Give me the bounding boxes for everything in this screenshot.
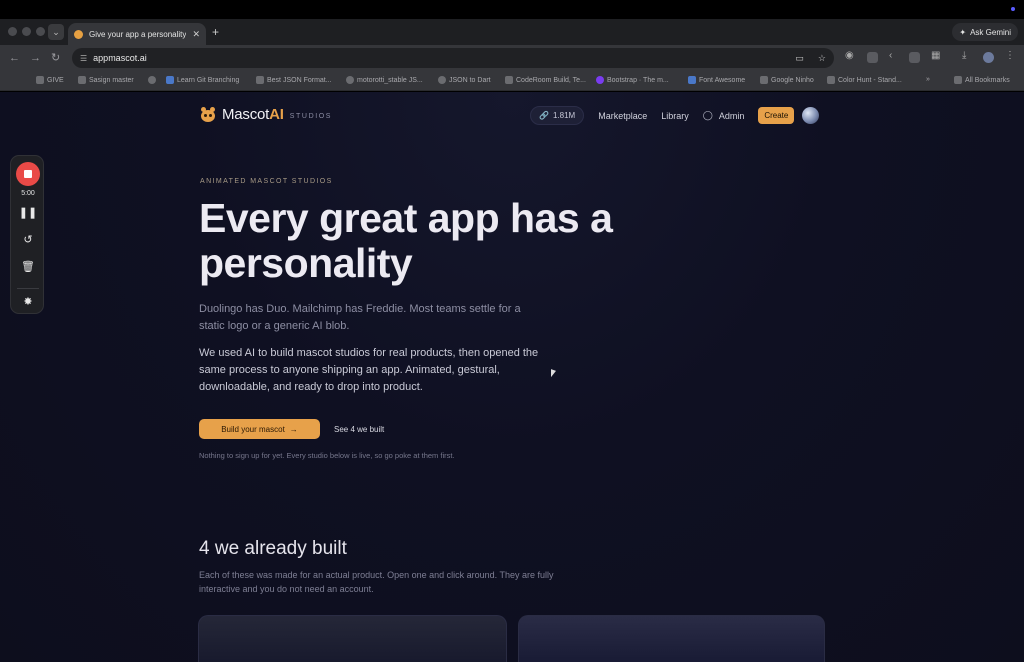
hero-eyebrow: ANIMATED MASCOT STUDIOS: [200, 178, 333, 185]
all-bookmarks-button[interactable]: All Bookmarks: [954, 76, 1010, 84]
bookmarks-bar: GIVE Sasign master Learn Git Branching B…: [0, 71, 1024, 91]
user-avatar[interactable]: [802, 107, 820, 124]
bookmark-favicon-icon: [256, 76, 264, 84]
address-bar[interactable]: ☰ appmascot.ai ▭ ☆: [72, 48, 834, 68]
site-logo[interactable]: MascotAI STUDIOS: [200, 106, 332, 123]
ask-gemini-button[interactable]: ✦ Ask Gemini: [952, 23, 1018, 41]
bookmark-item[interactable]: Google Ninho: [760, 76, 814, 84]
profile-avatar-icon[interactable]: [983, 52, 994, 63]
bookmark-favicon-icon: [760, 76, 768, 84]
mascot-logo-icon: [200, 106, 216, 123]
window-minimize-button[interactable]: [22, 27, 31, 36]
folder-icon: [36, 76, 44, 84]
bookmark-star-icon[interactable]: ☆: [818, 53, 826, 64]
arrow-right-icon: →: [289, 424, 298, 434]
confetti-icon[interactable]: ✸: [11, 295, 45, 309]
hero-title: Every great app has a personality: [199, 195, 613, 286]
bookmark-favicon-icon: [505, 76, 513, 84]
bookmarks-overflow-button[interactable]: »: [926, 76, 930, 83]
window-close-button[interactable]: [8, 27, 17, 36]
extensions-puzzle-icon[interactable]: ▦: [931, 50, 940, 61]
restart-icon[interactable]: ↺: [11, 233, 45, 247]
address-url[interactable]: appmascot.ai: [93, 53, 781, 63]
bookmark-item[interactable]: Bootstrap · The m...: [596, 76, 669, 84]
bookmark-item[interactable]: [148, 76, 156, 84]
site-info-icon[interactable]: ☰: [80, 54, 87, 63]
bookmark-item[interactable]: Color Hunt - Stand...: [827, 76, 902, 84]
stop-recording-button[interactable]: [16, 162, 40, 186]
bookmark-item[interactable]: Font Awesome: [688, 76, 745, 84]
bookmark-favicon-icon: [688, 76, 696, 84]
bookmark-item[interactable]: GIVE: [36, 76, 64, 84]
browser-toolbar: ← → ↻ ☰ appmascot.ai ▭ ☆ ◉ ‹ ▦ ⤓ ⋮: [0, 45, 1024, 71]
mascot-favicon-icon: [74, 29, 83, 39]
bookmark-item[interactable]: JSON to Dart: [438, 76, 491, 84]
build-your-mascot-button[interactable]: Build your mascot →: [199, 419, 320, 439]
bookmark-favicon-icon: [148, 76, 156, 84]
tab-search-chevron-down-icon[interactable]: ⌄: [48, 24, 64, 40]
section-description: Each of these was made for an actual pro…: [199, 570, 554, 594]
create-button[interactable]: Create: [758, 107, 795, 124]
bookmark-item[interactable]: Best JSON Format...: [256, 76, 332, 84]
site-nav: 🔗 1.81M Marketplace Library ◯ Admin Crea…: [530, 106, 820, 125]
bookmark-favicon-icon: [827, 76, 835, 84]
nav-marketplace-link[interactable]: Marketplace: [598, 111, 647, 121]
shield-icon: ◯: [702, 110, 713, 120]
nav-library-link[interactable]: Library: [661, 111, 689, 121]
extension-back-icon[interactable]: ‹: [889, 50, 892, 61]
hero-lead-intro: Duolingo has Duo. Mailchimp has Freddie.…: [199, 303, 521, 332]
gemini-spark-icon: ✦: [959, 27, 967, 37]
recording-timer: 5:00: [21, 190, 35, 197]
mascot-studio-card[interactable]: [198, 615, 507, 662]
link-icon: 🔗: [539, 111, 549, 120]
see-built-button[interactable]: See 4 we built: [326, 419, 392, 439]
logo-wordmark: MascotAI: [222, 106, 284, 123]
logo-subtitle: STUDIOS: [289, 113, 333, 120]
tab-close-icon[interactable]: ✕: [192, 29, 200, 40]
window-zoom-button[interactable]: [36, 27, 45, 36]
section-title: 4 we already built: [199, 538, 347, 559]
trash-icon[interactable]: 🗑: [11, 260, 45, 274]
bookmark-item[interactable]: motorotti_stable JS...: [346, 76, 423, 84]
extension-square-icon[interactable]: [867, 52, 878, 63]
extension-camera-icon[interactable]: [909, 52, 920, 63]
browser-tab-active[interactable]: Give your app a personality | ✕: [68, 23, 206, 45]
forward-arrow-icon[interactable]: →: [30, 51, 41, 65]
new-tab-button[interactable]: +: [212, 25, 219, 39]
bootstrap-favicon-icon: [596, 76, 604, 84]
tab-title: Give your app a personality |: [89, 29, 187, 39]
bookmark-item[interactable]: Learn Git Branching: [166, 76, 239, 84]
browser-tab-bar: ⌄ Give your app a personality | ✕ + ✦ As…: [0, 19, 1024, 45]
mascot-count-badge[interactable]: 🔗 1.81M: [530, 106, 585, 125]
hero-lead-body: We used AI to build mascot studios for r…: [199, 347, 539, 393]
pause-icon[interactable]: ❚❚: [11, 206, 45, 220]
page-viewport: MascotAI STUDIOS 🔗 1.81M Marketplace Lib…: [0, 92, 1024, 662]
bookmark-favicon-icon: [438, 76, 446, 84]
bookmark-favicon-icon: [166, 76, 174, 84]
system-top-strip: [0, 0, 1024, 19]
mouse-cursor-icon: [551, 369, 556, 379]
signup-note: Nothing to sign up for yet. Every studio…: [199, 451, 455, 460]
mascot-studio-card[interactable]: [518, 615, 825, 662]
toolbar-divider: [17, 288, 39, 289]
bookmark-favicon-icon: [346, 76, 354, 84]
back-arrow-icon[interactable]: ←: [9, 51, 20, 65]
folder-icon: [954, 76, 962, 84]
screen-recorder-toolbar: 5:00 ❚❚ ↺ 🗑 ✸: [10, 155, 44, 314]
download-icon[interactable]: ⤓: [962, 50, 966, 61]
bookmark-item[interactable]: Sasign master: [78, 76, 134, 84]
nav-admin-link[interactable]: ◯ Admin: [703, 110, 745, 121]
ask-gemini-label: Ask Gemini: [970, 27, 1011, 37]
reload-icon[interactable]: ↻: [51, 51, 60, 65]
folder-icon: [78, 76, 86, 84]
extension-g-icon[interactable]: ◉: [845, 50, 854, 61]
bookmark-item[interactable]: CodeRoom Build, Te...: [505, 76, 586, 84]
stop-square-icon: [24, 170, 32, 178]
cast-icon[interactable]: ▭: [795, 53, 804, 64]
browser-menu-icon[interactable]: ⋮: [1005, 50, 1015, 61]
status-indicator-icon: [1011, 7, 1015, 11]
